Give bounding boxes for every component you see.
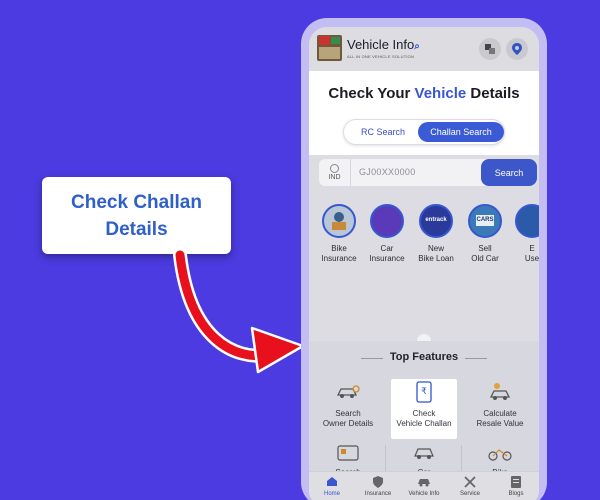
wrench-icon [464,475,476,488]
bottom-navigation: Home Insurance Vehicle Info Service Blog… [309,471,539,500]
category-sell-old-car[interactable]: CARS Sell Old Car [462,204,508,264]
bike-loan-icon: entrack [419,204,453,238]
hero-title: Check Your Vehicle Details [328,85,520,102]
category-label-1: Bike [331,244,347,253]
tab-rc-search[interactable]: RC Search [350,122,416,142]
sell-car-icon: CARS [468,204,502,238]
translate-button[interactable] [479,38,501,60]
blog-icon [511,475,521,488]
svg-text:₹: ₹ [421,387,427,397]
category-e-use[interactable]: E Use [509,204,539,264]
emblem-icon [330,164,339,173]
search-panel: IND GJ00XX0000 Search Bike Insurance Car I… [309,155,539,348]
divider [385,445,386,473]
features-title: Top Features [389,351,459,363]
nav-home[interactable]: Home [309,474,355,497]
vehicle-number-input[interactable]: GJ00XX0000 [359,167,416,177]
feature-check-vehicle-challan[interactable]: ₹ Check Vehicle Challan [391,379,457,439]
bike-icon [488,449,512,461]
divider [465,358,487,359]
vehicle-search-bar: IND GJ00XX0000 Search [319,159,537,186]
top-features-section: Top Features Search Owner Details ₹ Check… [309,341,539,477]
app-screen: Vehicle Info⌕ ALL IN ONE VEHICLE SOLUTIO… [309,27,539,500]
phone-frame: Vehicle Info⌕ ALL IN ONE VEHICLE SOLUTIO… [301,18,547,500]
id-card-icon [337,445,359,461]
location-button[interactable] [506,38,528,60]
feature-car[interactable]: Car [391,445,457,477]
divider [461,445,462,473]
search-button[interactable]: Search [481,159,537,186]
car-value-icon [489,383,511,400]
app-header: Vehicle Info⌕ ALL IN ONE VEHICLE SOLUTIO… [309,27,539,71]
nav-vehicle-info[interactable]: Vehicle Info [401,474,447,497]
car-search-icon [336,385,360,398]
location-pin-icon [512,43,522,55]
feature-search-2[interactable]: Search [315,445,381,477]
search-type-toggle: RC Search Challan Search [343,119,505,145]
translate-icon [485,44,495,54]
nav-insurance[interactable]: Insurance [355,474,401,497]
category-bike-insurance[interactable]: Bike Insurance [316,204,362,264]
car-icon [414,448,434,459]
bike-insurance-icon [322,204,356,238]
app-logo [317,35,342,61]
nav-blogs[interactable]: Blogs [493,474,539,497]
app-subtitle: ALL IN ONE VEHICLE SOLUTION [347,54,415,59]
hero-section: Check Your Vehicle Details RC Search Cha… [309,71,539,155]
category-new-bike-loan[interactable]: entrack New Bike Loan [413,204,459,264]
car-insurance-icon [370,204,404,238]
search-small-icon: ⌕ [414,41,420,52]
e-vehicle-icon [515,204,539,238]
rupee-receipt-icon: ₹ [416,381,432,403]
nav-service[interactable]: Service [447,474,493,497]
vehicle-info-icon [418,478,430,486]
app-title: Vehicle Info⌕ [347,37,420,52]
country-indicator: IND [319,159,351,186]
feature-bike[interactable]: Bike [467,445,533,477]
home-icon [327,477,337,486]
tab-challan-search[interactable]: Challan Search [418,122,504,142]
feature-search-owner-details[interactable]: Search Owner Details [315,379,381,439]
category-car-insurance[interactable]: Car Insurance [364,204,410,264]
feature-calculate-resale-value[interactable]: Calculate Resale Value [467,379,533,439]
shield-icon [373,475,383,488]
